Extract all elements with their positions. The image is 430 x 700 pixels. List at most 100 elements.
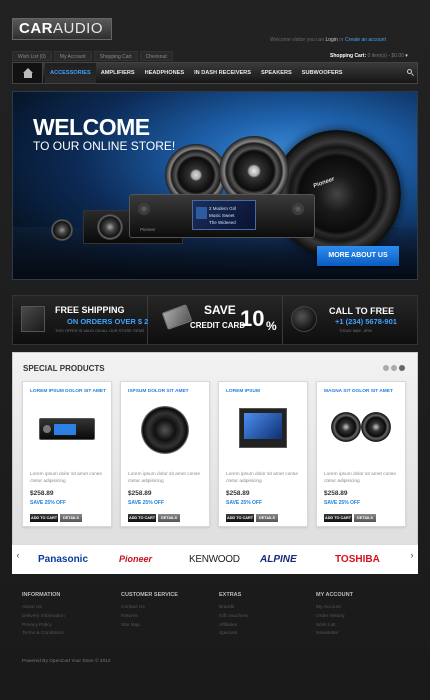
details-button[interactable]: DETAILS [256,514,278,522]
nav-item-accessories[interactable]: ACCESSORIES [45,63,96,83]
footer-heading: INFORMATION [22,592,61,598]
carousel-dots [381,365,405,371]
product-discount: SAVE 25% OFF [324,500,361,506]
product-card: LOREM IPSUM Lorem ipsum dolor sit amet c… [218,381,308,527]
nav-item-speakers[interactable]: SPEAKERS [256,63,297,83]
checkout-link[interactable]: Checkout [139,51,173,61]
footer-link[interactable]: Returns [121,613,217,622]
shopping-cart-link[interactable]: Shopping Cart [93,51,138,61]
percent-sign: % [266,319,277,333]
add-to-cart-button[interactable]: ADD TO CART [128,514,156,522]
wishlist-link[interactable]: Wish List (0) [12,51,52,61]
footer-column-customer-service: CUSTOMER SERVICE Contact Us Returns Site… [121,592,217,630]
chevron-right-icon[interactable]: › [408,544,416,566]
cart-label: Shopping Cart: [330,53,367,59]
footer-link[interactable]: Order History [316,613,412,622]
footer-link[interactable]: About Us [22,604,118,613]
nav-item-amplifiers[interactable]: AMPLIFIERS [96,63,140,83]
brand-carousel: Panasonic Pioneer KENWOOD ALPINE TOSHIBA [12,544,418,574]
product-price: $258.89 [226,490,250,497]
carousel-dot[interactable] [399,365,405,371]
product-image-head-unit[interactable] [229,404,299,456]
promo-credit-card[interactable]: SAVE CREDIT CARD 10 % [148,296,283,344]
credit-card-icon [161,304,193,330]
product-image-coaxial-speakers[interactable] [327,404,397,456]
nav-item-headphones[interactable]: HEADPHONES [140,63,189,83]
product-image-cd-player[interactable] [33,404,103,456]
footer-link[interactable]: Delivery Information [22,613,118,622]
cart-items: 0 item(s) - $0.00 [367,53,404,59]
box-icon [21,306,45,332]
footer-link[interactable]: Wish List [316,622,412,631]
footer-link[interactable]: My Account [316,604,412,613]
footer-link[interactable]: Newsletter [316,630,412,639]
nav-item-subwoofers[interactable]: SUBWOOFERS [297,63,348,83]
head-unit-screen: 2 Modern Girl Music Sweet The Wideeed [192,200,256,230]
logo-text-car: CAR [19,20,53,37]
cart-dropdown-icon[interactable]: ▾ [405,53,408,59]
login-link[interactable]: Login [326,37,338,43]
knob-icon [292,203,304,215]
product-card: MAGNA SIT DOLOR SIT AMET Lorem ipsum dol… [316,381,406,527]
product-name[interactable]: MAGNA SIT DOLOR SIT AMET [324,389,393,394]
details-button[interactable]: DETAILS [354,514,376,522]
discount-value: 10 [240,306,265,331]
promo-note: TODAY 9AM - 8PM [339,329,372,333]
footer-link[interactable]: Contact Us [121,604,217,613]
home-icon[interactable] [13,63,43,83]
footer-link[interactable]: Affiliates [219,622,315,631]
add-to-cart-button[interactable]: ADD TO CART [324,514,352,522]
carousel-dot[interactable] [391,365,397,371]
product-name[interactable]: LOREM IPSUM [226,389,260,394]
hero-title: WELCOME [33,114,150,140]
product-name[interactable]: LOREM IPSUM DOLOR SIT AMET [30,389,106,394]
product-description: Lorem ipsum dolor sit amet conse ctetur … [324,472,396,484]
brand-logo-panasonic[interactable]: Panasonic [38,554,88,565]
promo-note: THIS OFFER IS VALID ON ALL OUR STORE ITE… [55,329,145,333]
footer-link[interactable]: Site Map [121,622,217,631]
create-account-link[interactable]: Create an account [345,37,386,43]
logo-text-audio: AUDIO [53,20,104,37]
promo-call-free[interactable]: CALL TO FREE +1 (234) 5678-901 TODAY 9AM… [283,296,417,344]
section-title: SPECIAL PRODUCTS [23,364,105,373]
promo-strip: FREE SHIPPING ON ORDERS OVER $ 299 THIS … [12,295,418,345]
add-to-cart-button[interactable]: ADD TO CART [30,514,58,522]
my-account-link[interactable]: My Account [53,51,92,61]
main-nav: ACCESSORIES AMPLIFIERS HEADPHONES IN DAS… [12,62,418,84]
promo-title: CALL TO FREE [329,306,395,316]
screen-line: 2 Modern Girl [209,206,237,211]
footer-link[interactable]: Terms & Conditions [22,630,118,639]
brand-logo-alpine[interactable]: ALPINE [260,554,297,565]
brand-logo-toshiba[interactable]: TOSHIBA [335,554,380,565]
search-icon[interactable] [405,66,417,80]
special-products: SPECIAL PRODUCTS LOREM IPSUM DOLOR SIT A… [12,352,418,574]
product-name[interactable]: ISPSUM DOLOR SIT AMET [128,389,189,394]
knob-icon [138,203,150,215]
carousel-dot[interactable] [383,365,389,371]
brand-logo-pioneer[interactable]: Pioneer [119,554,152,564]
footer-link[interactable]: Brands [219,604,315,613]
promo-free-shipping[interactable]: FREE SHIPPING ON ORDERS OVER $ 299 THIS … [13,296,157,344]
details-button[interactable]: DETAILS [158,514,180,522]
nav-item-in-dash-receivers[interactable]: IN DASH RECEIVERS [189,63,256,83]
footer-link[interactable]: Privacy Policy [22,622,118,631]
footer-link[interactable]: Specials [219,630,315,639]
more-about-us-button[interactable]: MORE ABOUT US [317,246,399,266]
footer-column-information: INFORMATION About Us Delivery Informatio… [22,592,118,639]
welcome-prefix: Welcome visitor you can [270,37,325,43]
site-logo[interactable]: CARAUDIO [12,18,112,40]
footer-column-my-account: MY ACCOUNT My Account Order History Wish… [316,592,412,639]
chevron-left-icon[interactable]: ‹ [14,544,22,566]
headset-icon [291,306,317,332]
product-card: LOREM IPSUM DOLOR SIT AMET Lorem ipsum d… [22,381,112,527]
product-image-subwoofer[interactable] [131,404,201,456]
cart-summary[interactable]: Shopping Cart: 0 item(s) - $0.00 ▾ [330,53,408,59]
promo-title: SAVE [204,303,236,317]
product-price: $258.89 [128,490,152,497]
details-button[interactable]: DETAILS [60,514,82,522]
promo-subtitle: ON ORDERS OVER $ 299 [67,317,157,326]
brand-logo-kenwood[interactable]: KENWOOD [189,554,240,565]
screen-line: Music Sweet [209,213,235,218]
add-to-cart-button[interactable]: ADD TO CART [226,514,254,522]
footer-link[interactable]: Gift Vouchers [219,613,315,622]
